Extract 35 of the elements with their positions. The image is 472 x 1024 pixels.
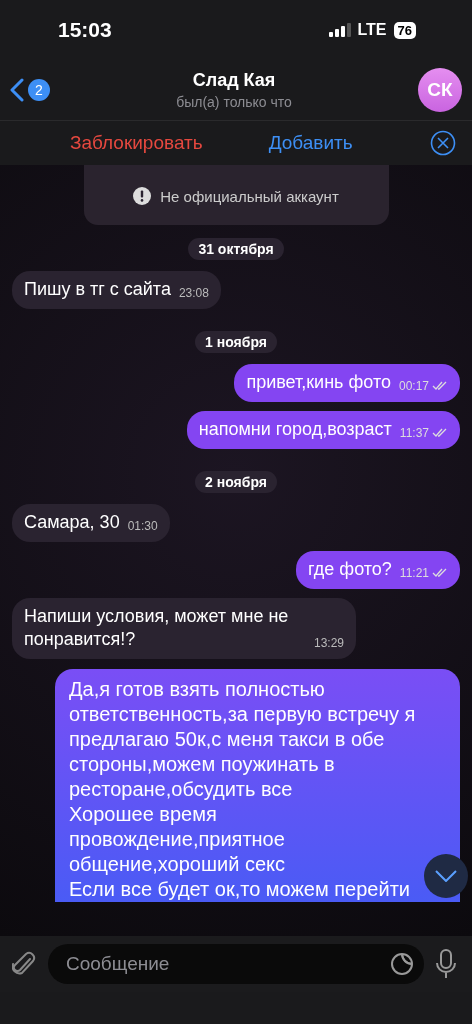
close-icon[interactable] [430,130,456,156]
last-seen-status: был(а) только что [176,94,292,110]
message-text: напомни город,возраст [198,419,392,439]
add-contact-button[interactable]: Добавить [268,132,353,154]
block-button[interactable]: Заблокировать [70,132,203,154]
chevron-down-icon[interactable] [435,870,457,882]
warning-icon [133,187,152,205]
message-text: Напиши условия, может мне не понравится!? [24,606,289,649]
message-text: Самара, 30 [24,512,120,532]
sticker-icon[interactable] [390,952,414,976]
message-time: 13:29 [313,636,344,650]
back-icon[interactable] [10,78,24,102]
date-label: 31 октября [188,238,284,260]
back-button[interactable]: 2 [10,78,50,102]
message-text: где фото? [308,559,392,579]
notice-text: Не официальный аккаунт [160,187,339,205]
message-text: Да,я готов взять полностью ответственность,за первую встречу я предлагаю 50к,с меня такси в обе стороны,можем поужинать в ресторане,обсудить все Хорошее время провождение,приятное общение,хороший секс Если все будет ок,то можем перейти [69,677,417,902]
date-label: 1 ноября [195,331,277,353]
message-time: 00:17 [398,379,429,393]
date-label: 2 ноября [195,471,277,493]
battery-indicator: 76 [393,21,416,39]
unread-badge: 2 [28,79,50,101]
avatar[interactable]: СК [418,68,462,112]
message-text: привет,кинь фото [246,372,391,392]
message-text: Пишу в тг с сайта [24,279,171,299]
status-time: 15:03 [58,18,112,42]
message-time: 01:30 [127,519,158,533]
message-field[interactable]: Сообщение [48,944,424,984]
signal-icon [328,23,351,37]
message-time: 11:21 [399,566,429,580]
network-label: LTE [357,21,387,39]
chat-title: Слад Кая [192,70,276,91]
message-time: 11:37 [399,426,429,440]
microphone-icon[interactable] [436,949,456,979]
message-time: 23:08 [178,286,209,300]
